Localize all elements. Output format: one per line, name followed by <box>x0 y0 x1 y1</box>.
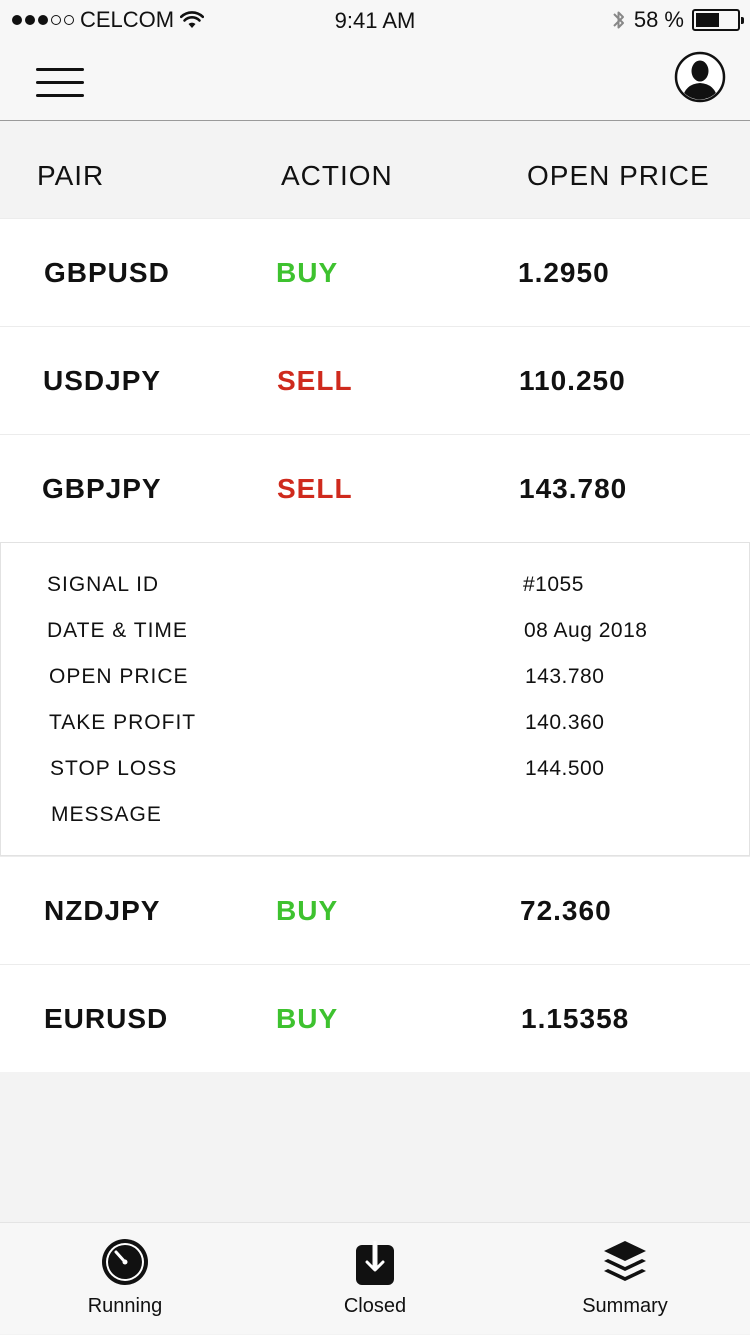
detail-row-stop-loss: STOP LOSS 144.500 <box>1 757 750 797</box>
user-profile-icon[interactable] <box>674 51 726 103</box>
signal-row-gbpusd[interactable]: GBPUSD BUY 1.2950 <box>0 218 750 326</box>
action-label: BUY <box>276 257 339 288</box>
bluetooth-icon <box>613 11 624 29</box>
tab-label: Closed <box>343 1295 407 1317</box>
download-box-icon <box>356 1239 394 1285</box>
detail-label: OPEN PRICE <box>49 665 189 688</box>
signal-row-gbpjpy[interactable]: GBPJPY SELL 143.780 <box>0 434 750 542</box>
detail-row-take-profit: TAKE PROFIT 140.360 <box>1 711 750 751</box>
tab-label: Summary <box>582 1295 668 1317</box>
layers-icon <box>604 1241 646 1281</box>
detail-value: 140.360 <box>525 711 605 734</box>
detail-row-message: MESSAGE <box>1 803 750 843</box>
open-price-value: 72.360 <box>520 895 612 926</box>
detail-value: 144.500 <box>525 757 605 780</box>
signal-details-panel: SIGNAL ID #1055 DATE & TIME 08 Aug 2018 … <box>0 542 750 856</box>
detail-row-date-time: DATE & TIME 08 Aug 2018 <box>1 619 750 659</box>
bottom-tab-bar: Running Closed Summary <box>0 1222 750 1334</box>
tab-running[interactable]: Running <box>0 1223 250 1335</box>
detail-label: STOP LOSS <box>50 757 178 780</box>
detail-value: 143.780 <box>525 665 605 688</box>
open-price-value: 1.15358 <box>521 1003 630 1034</box>
table-header: PAIR ACTION OPEN PRICE <box>0 130 750 218</box>
battery-percent: 58 % <box>633 7 684 32</box>
detail-value: #1055 <box>523 573 584 596</box>
column-header-action: ACTION <box>281 160 393 191</box>
action-label: SELL <box>277 473 353 504</box>
open-price-value: 143.780 <box>519 473 628 504</box>
action-label: SELL <box>277 365 353 396</box>
detail-row-open-price: OPEN PRICE 143.780 <box>1 665 750 705</box>
signal-list: GBPUSD BUY 1.2950 USDJPY SELL 110.250 GB… <box>0 218 750 1072</box>
action-label: BUY <box>276 1003 339 1034</box>
status-right: 58 % <box>612 7 744 33</box>
column-header-pair: PAIR <box>37 160 105 191</box>
pair-label: USDJPY <box>43 365 162 396</box>
signal-row-nzdjpy[interactable]: NZDJPY BUY 72.360 <box>0 856 750 964</box>
detail-row-signal-id: SIGNAL ID #1055 <box>1 573 750 613</box>
action-label: BUY <box>276 895 339 926</box>
detail-label: DATE & TIME <box>47 619 188 642</box>
detail-label: SIGNAL ID <box>47 573 160 596</box>
column-header-open-price: OPEN PRICE <box>527 160 710 191</box>
pair-label: EURUSD <box>44 1003 169 1034</box>
navigation-bar <box>0 40 750 121</box>
pair-label: NZDJPY <box>44 895 161 926</box>
battery-icon <box>692 9 744 31</box>
stopwatch-icon <box>102 1239 148 1285</box>
pair-label: GBPUSD <box>44 257 170 288</box>
tab-closed[interactable]: Closed <box>250 1223 500 1335</box>
tab-label: Running <box>87 1295 163 1317</box>
signal-row-usdjpy[interactable]: USDJPY SELL 110.250 <box>0 326 750 434</box>
tab-summary[interactable]: Summary <box>500 1223 750 1335</box>
pair-label: GBPJPY <box>42 473 162 504</box>
open-price-value: 1.2950 <box>518 257 610 288</box>
detail-label: MESSAGE <box>51 803 162 826</box>
open-price-value: 110.250 <box>519 365 626 396</box>
detail-value: 08 Aug 2018 <box>524 619 648 642</box>
hamburger-menu-icon[interactable] <box>36 68 84 100</box>
signal-row-eurusd[interactable]: EURUSD BUY 1.15358 <box>0 964 750 1072</box>
status-bar: CELCOM 9:41 AM 58 % <box>0 0 750 40</box>
detail-label: TAKE PROFIT <box>49 711 197 734</box>
